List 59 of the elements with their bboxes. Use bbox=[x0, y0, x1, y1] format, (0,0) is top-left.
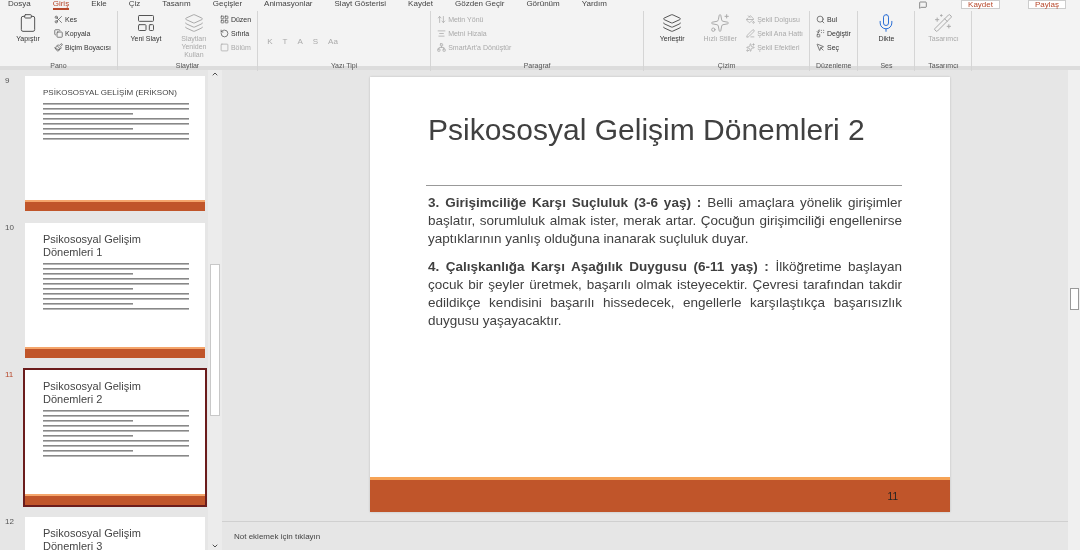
ribbon-tab[interactable]: Giriş bbox=[52, 0, 70, 10]
scrollbar[interactable] bbox=[208, 70, 222, 550]
ribbon-tab[interactable]: Yardım bbox=[581, 0, 607, 10]
scroll-down-icon[interactable] bbox=[211, 542, 219, 550]
slide-number: 10 bbox=[4, 223, 15, 232]
ribbon-icon bbox=[183, 13, 204, 33]
ribbon-icon bbox=[816, 28, 826, 38]
slide-paragraph: 4. Çalışkanlığa Karşı Aşağılık Duygusu (6-11 yaş) : İlköğretime başlayan çocuk bir şeyler üretmek, başarılı olmak isteyecektir. Çevresi tarafından takdir edildikçe kendisini başarılı hissedecek, engellerle karşılaştıkça başarısızlık duygusu yaşayacaktır. bbox=[428, 258, 902, 330]
scroll-up-icon[interactable] bbox=[211, 70, 219, 78]
ribbon-icon bbox=[933, 13, 954, 33]
thumbnail-title: Psikososyal Gelişim Dönemleri 1 bbox=[43, 233, 142, 259]
ribbon-icon bbox=[437, 14, 447, 24]
slide-thumbnail[interactable]: Psikososyal Gelişim Dönemleri 1 bbox=[25, 223, 205, 358]
slide-number: 11 bbox=[887, 490, 898, 502]
scrollbar[interactable] bbox=[1068, 70, 1080, 550]
thumbnail-title: PSİKOSOSYAL GELİŞİM (ERİKSON) bbox=[43, 87, 178, 99]
slide-number: 9 bbox=[4, 76, 11, 85]
scroll-thumb[interactable] bbox=[1069, 288, 1079, 310]
notes-field[interactable]: Not eklemek için tıklayın bbox=[232, 530, 536, 542]
ribbon-action-button[interactable]: Kaydet bbox=[961, 0, 1000, 9]
ribbon-icon bbox=[219, 28, 229, 38]
ribbon-tab[interactable]: Slayt Gösterisi bbox=[334, 0, 387, 10]
slide-number: 11 bbox=[4, 370, 15, 379]
ribbon-icon bbox=[54, 14, 63, 24]
ribbon-icon bbox=[816, 14, 826, 24]
ribbon-icon bbox=[816, 42, 826, 52]
ribbon-tab[interactable]: Gözden Geçir bbox=[455, 0, 505, 10]
ribbon-icon bbox=[746, 28, 756, 38]
ribbon-icon bbox=[662, 13, 683, 33]
ribbon-tab[interactable]: Kaydet bbox=[408, 0, 433, 10]
slide-thumbnail[interactable]: PSİKOSOSYAL GELİŞİM (ERİKSON) bbox=[25, 76, 205, 211]
ribbon-action-button[interactable]: Paylaş bbox=[1028, 0, 1066, 9]
ribbon-icon bbox=[54, 28, 63, 38]
ribbon-tab[interactable]: Animasyonlar bbox=[264, 0, 313, 10]
ribbon-tab[interactable]: Dosya bbox=[8, 0, 31, 10]
ribbon-icon bbox=[219, 14, 229, 24]
ribbon-icon bbox=[18, 13, 38, 33]
scroll-thumb[interactable] bbox=[210, 264, 220, 416]
slide-thumbnail[interactable]: Psikososyal Gelişim Dönemleri 3 bbox=[25, 517, 205, 550]
slide-thumbnail[interactable]: Psikososyal Gelişim Dönemleri 2 bbox=[25, 370, 205, 505]
ribbon-tab[interactable]: Ekle bbox=[91, 0, 107, 10]
ribbon-icon bbox=[219, 42, 229, 52]
ribbon-icon bbox=[135, 13, 156, 33]
ribbon-icon bbox=[437, 28, 447, 38]
ribbon-icon bbox=[746, 14, 756, 24]
slide-paragraph: 3. Girişimciliğe Karşı Suçluluk (3-6 yaş) : Belli amaçlara yönelik girişimler başlatır, sorumluluk almak ister, merak artar. Çocuğun girişimciliği engellenirse yaptıklarının yanlış olduğuna inanarak suçluluk duyar. bbox=[428, 194, 902, 248]
slide-number: 12 bbox=[4, 517, 15, 526]
ribbon-icon bbox=[437, 42, 447, 52]
thumbnail-title: Psikososyal Gelişim Dönemleri 2 bbox=[43, 380, 142, 406]
ribbon-tab[interactable]: Geçişler bbox=[212, 0, 243, 10]
ribbon-icon bbox=[54, 42, 63, 52]
ribbon-tab[interactable]: Çiz bbox=[128, 0, 141, 10]
ribbon-icon bbox=[746, 42, 756, 52]
ribbon-tab[interactable]: Tasarım bbox=[162, 0, 191, 10]
slide-title: Psikososyal Gelişim Dönemleri 2 bbox=[428, 113, 866, 148]
thumbnail-title: Psikososyal Gelişim Dönemleri 3 bbox=[43, 527, 142, 550]
comment-icon[interactable] bbox=[919, 0, 928, 9]
ribbon-icon bbox=[710, 13, 731, 33]
ribbon-tab[interactable]: Görünüm bbox=[526, 0, 560, 10]
